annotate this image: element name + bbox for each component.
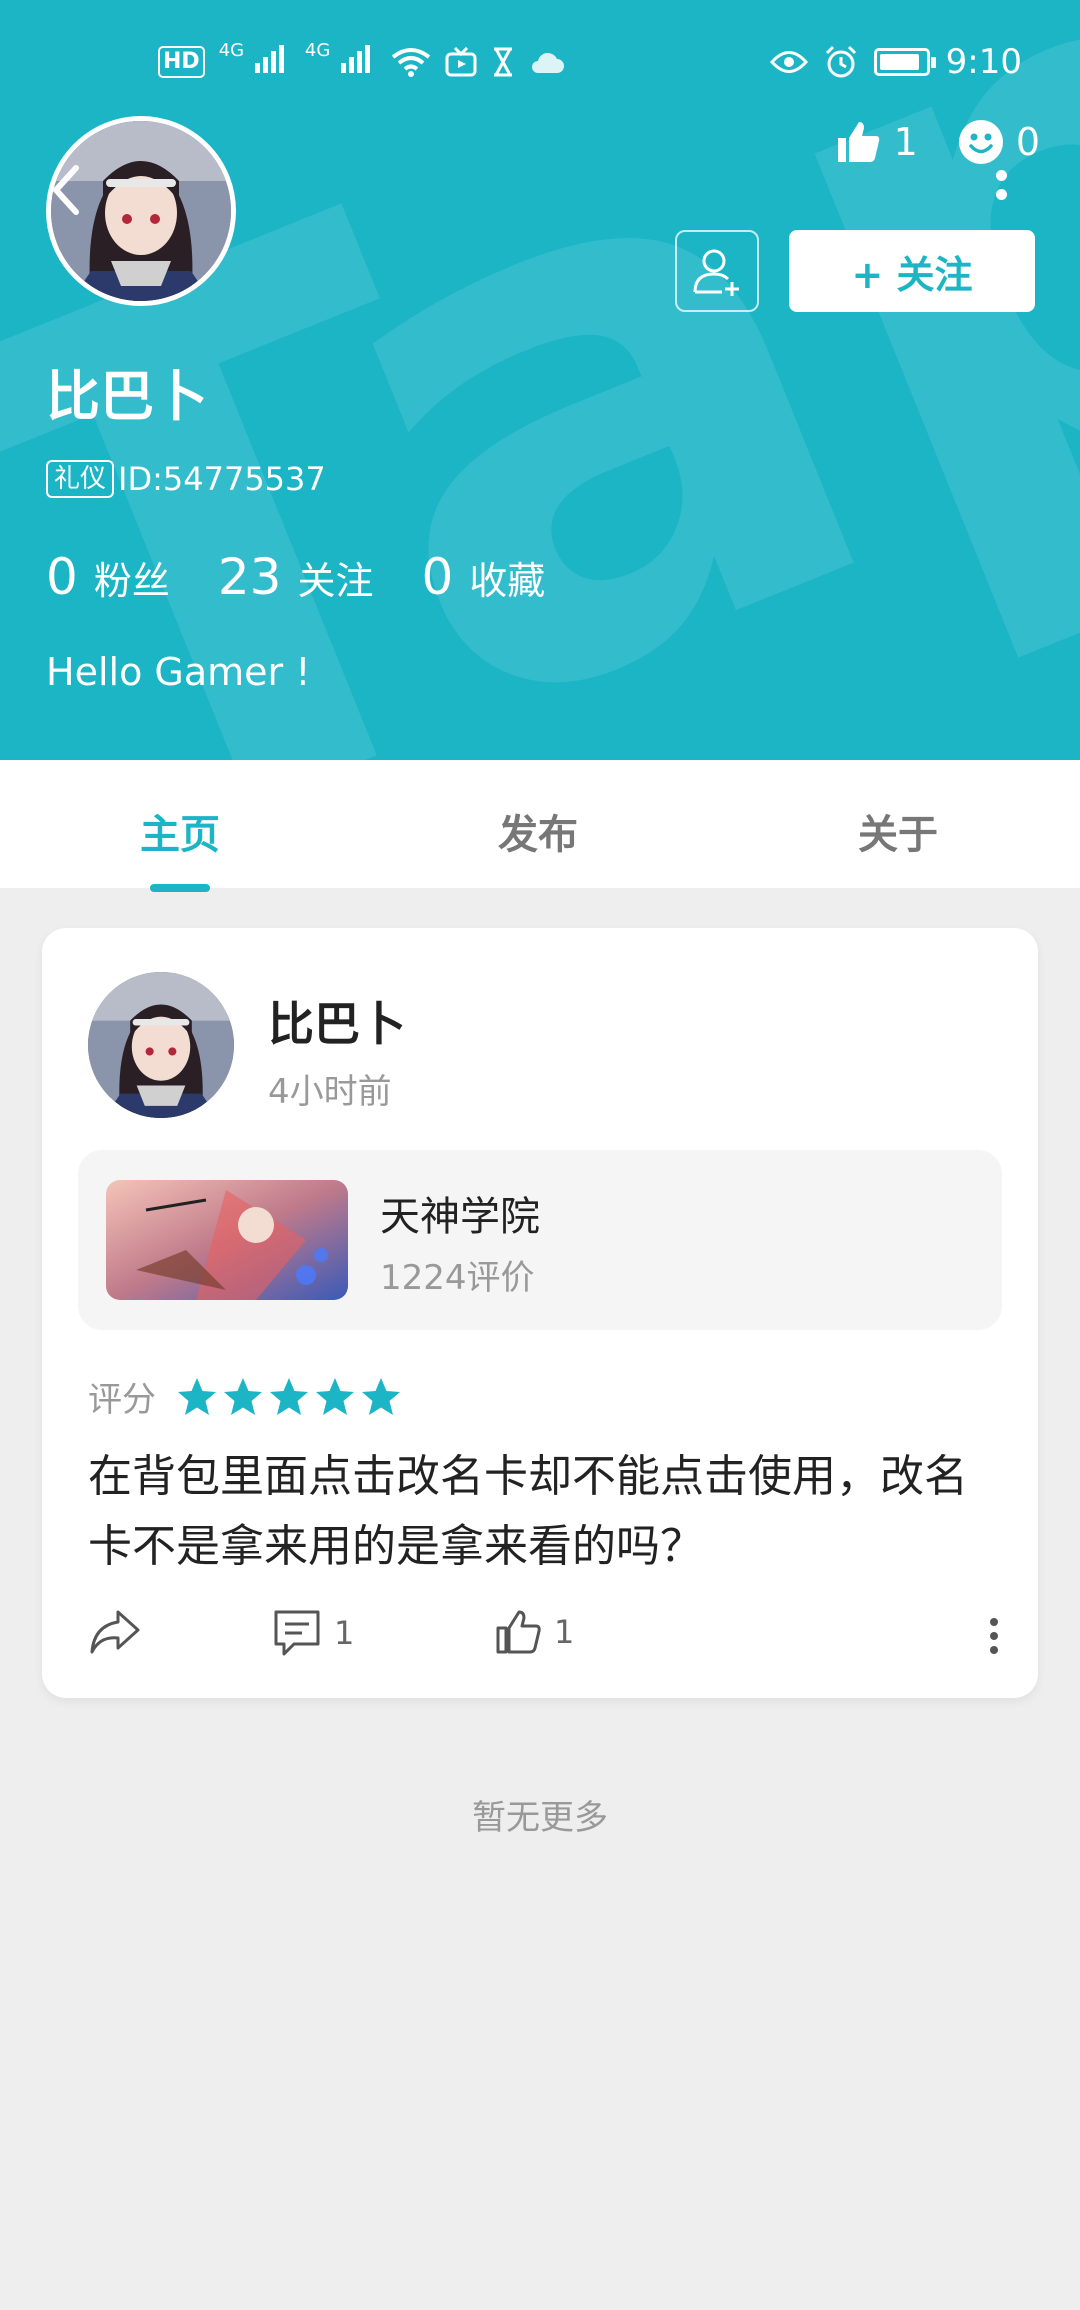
profile-bio: Hello Gamer ! xyxy=(46,650,311,694)
hd-voice-icon: HD xyxy=(158,46,205,78)
profile-stats: 0 粉丝 23 关注 0 收藏 xyxy=(46,548,593,606)
review-card[interactable]: 比巴卜 4小时前 天神学院 1224评价 评分 在背包里面点击改名卡却不能点击使… xyxy=(42,928,1038,1698)
star-icon xyxy=(362,1377,400,1415)
tab-about[interactable]: 关于 xyxy=(858,802,938,860)
wifi-icon xyxy=(391,48,431,77)
post-more-icon[interactable] xyxy=(990,1618,998,1660)
user-id: ID:54775537 xyxy=(118,460,326,498)
cloud-icon xyxy=(532,52,565,73)
rating-label: 评分 xyxy=(88,1380,156,1420)
hourglass-icon xyxy=(494,47,513,77)
smiles-counter[interactable]: 0 xyxy=(958,119,1040,165)
post-actions: 1 1 xyxy=(88,1608,998,1668)
thumbs-up-icon xyxy=(496,1610,541,1654)
battery-icon xyxy=(873,48,936,76)
review-text[interactable]: 在背包里面点击改名卡却不能点击使用，改名卡不是拿来用的是拿来看的吗？ xyxy=(88,1442,998,1582)
status-bar: HD 4G 4G 9:10 xyxy=(0,36,1080,90)
comment-icon xyxy=(274,1610,320,1656)
profile-reactions: 1 0 xyxy=(794,118,1040,166)
star-icon xyxy=(224,1377,262,1415)
fans-label[interactable]: 粉丝 xyxy=(94,550,170,605)
profile-tabs: 主页 发布 关于 xyxy=(0,760,1080,888)
following-count[interactable]: 23 xyxy=(218,548,282,606)
tab-home[interactable]: 主页 xyxy=(140,802,220,860)
favorites-label[interactable]: 收藏 xyxy=(469,550,545,605)
signal-icon-2: 4G xyxy=(305,42,377,82)
add-friend-button[interactable] xyxy=(675,230,759,312)
thumbs-up-icon xyxy=(837,122,879,162)
game-review-count: 1224评价 xyxy=(380,1258,535,1298)
comment-count: 1 xyxy=(334,1614,355,1652)
rating-stars xyxy=(176,1376,406,1418)
no-more-text: 暂无更多 xyxy=(472,1798,608,1838)
follow-button[interactable]: + 关注 xyxy=(789,230,1035,312)
share-button[interactable] xyxy=(88,1608,142,1656)
game-link[interactable]: 天神学院 1224评价 xyxy=(78,1150,1002,1330)
post-time: 4小时前 xyxy=(268,1072,392,1112)
game-thumbnail xyxy=(106,1180,348,1300)
active-tab-indicator xyxy=(150,884,210,892)
rating-row: 评分 xyxy=(88,1372,406,1421)
post-author-name[interactable]: 比巴卜 xyxy=(268,988,406,1054)
likes-count: 1 xyxy=(893,120,918,164)
smile-icon xyxy=(958,120,1003,164)
user-tag-badge[interactable]: 礼仪 xyxy=(46,460,115,498)
game-name: 天神学院 xyxy=(380,1194,540,1240)
fans-count[interactable]: 0 xyxy=(46,548,78,606)
add-user-icon xyxy=(693,249,739,296)
profile-username: 比巴卜 xyxy=(46,365,208,428)
star-icon xyxy=(316,1377,354,1415)
signal-icon: 4G xyxy=(219,42,291,82)
eye-icon xyxy=(769,51,808,73)
star-icon xyxy=(270,1377,308,1415)
tab-posts[interactable]: 发布 xyxy=(498,802,578,860)
favorites-count[interactable]: 0 xyxy=(421,548,453,606)
like-count: 1 xyxy=(554,1613,575,1651)
alarm-icon xyxy=(825,45,856,78)
share-icon xyxy=(90,1610,140,1654)
profile-id-line: 礼仪 ID:54775537 xyxy=(46,460,326,498)
clock: 9:10 xyxy=(945,42,1022,82)
comment-button[interactable]: 1 xyxy=(272,1608,354,1658)
tv-icon xyxy=(445,47,477,77)
following-label[interactable]: 关注 xyxy=(297,550,373,605)
like-button[interactable]: 1 xyxy=(494,1608,574,1656)
post-author-avatar[interactable] xyxy=(88,972,234,1118)
smiles-count: 0 xyxy=(1015,120,1040,164)
back-arrow-icon[interactable] xyxy=(46,160,86,220)
profile-header: Tap HD 4G 4G 9:10 1 0 + 关注 比巴卜 礼仪 ID:547… xyxy=(0,0,1080,760)
more-options-icon[interactable] xyxy=(996,170,1008,210)
likes-counter[interactable]: 1 xyxy=(834,118,918,166)
star-icon xyxy=(178,1377,216,1415)
